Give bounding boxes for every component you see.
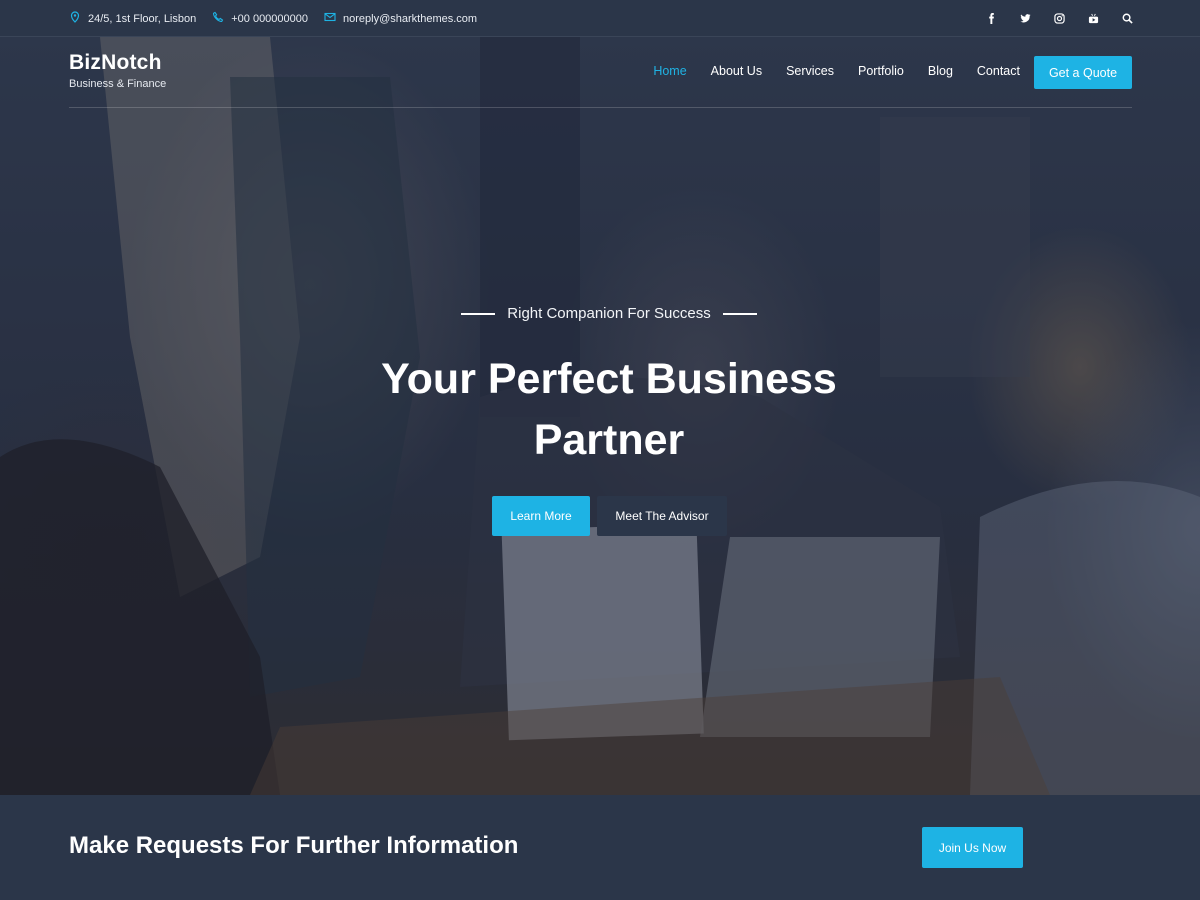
nav-item-services[interactable]: Services <box>786 64 834 78</box>
email-item: noreply@sharkthemes.com <box>324 11 477 26</box>
nav-item-home[interactable]: Home <box>653 64 686 78</box>
site-tagline: Business & Finance <box>69 78 167 90</box>
address-text: 24/5, 1st Floor, Lisbon <box>88 12 197 25</box>
site-title[interactable]: BizNotch <box>69 51 166 75</box>
eyebrow-dash-left <box>461 312 496 315</box>
join-us-now-button[interactable]: Join Us Now <box>922 827 1023 868</box>
map-pin-icon <box>69 11 81 26</box>
meet-the-advisor-button[interactable]: Meet The Advisor <box>597 496 727 536</box>
contact-info: 24/5, 1st Floor, Lisbon +00 000000000 no… <box>69 0 477 37</box>
search-icon[interactable] <box>1121 13 1133 25</box>
youtube-icon[interactable] <box>1087 13 1099 25</box>
twitter-icon[interactable] <box>1019 13 1031 25</box>
hero-section: BizNotch Business & Finance Home About U… <box>0 37 1200 795</box>
cta-strip: Make Requests For Further Information Jo… <box>0 795 1200 900</box>
cta-strip-title: Make Requests For Further Information <box>69 832 519 859</box>
site-brand[interactable]: BizNotch Business & Finance <box>69 51 166 90</box>
learn-more-button[interactable]: Learn More <box>492 496 590 536</box>
instagram-icon[interactable] <box>1053 13 1065 25</box>
address-item: 24/5, 1st Floor, Lisbon <box>69 11 196 26</box>
hero-eyebrow: Right Companion For Success <box>0 305 1200 322</box>
get-a-quote-button[interactable]: Get a Quote <box>1034 56 1132 89</box>
nav-item-about-us[interactable]: About Us <box>711 64 762 78</box>
email-text[interactable]: noreply@sharkthemes.com <box>343 13 477 25</box>
eyebrow-text: Right Companion For Success <box>507 305 711 322</box>
headline-line-1: Your Perfect Business <box>381 355 837 403</box>
social-links <box>985 0 1133 37</box>
nav-divider <box>69 107 1132 108</box>
nav-item-blog[interactable]: Blog <box>928 64 953 78</box>
eyebrow-dash-right <box>722 312 757 315</box>
hero-headline: Your Perfect Business Partner <box>0 349 1200 471</box>
phone-icon <box>212 11 224 26</box>
envelope-icon <box>324 11 336 26</box>
nav-item-portfolio[interactable]: Portfolio <box>858 64 904 78</box>
phone-text: +00 000000000 <box>231 12 309 25</box>
nav-item-contact[interactable]: Contact <box>977 64 1020 78</box>
headline-line-2: Partner <box>533 416 685 464</box>
facebook-icon[interactable] <box>985 13 997 25</box>
top-bar: 24/5, 1st Floor, Lisbon +00 000000000 no… <box>0 0 1200 37</box>
phone-item: +00 000000000 <box>212 11 308 26</box>
main-nav: Home About Us Services Portfolio Blog Co… <box>653 64 1020 78</box>
